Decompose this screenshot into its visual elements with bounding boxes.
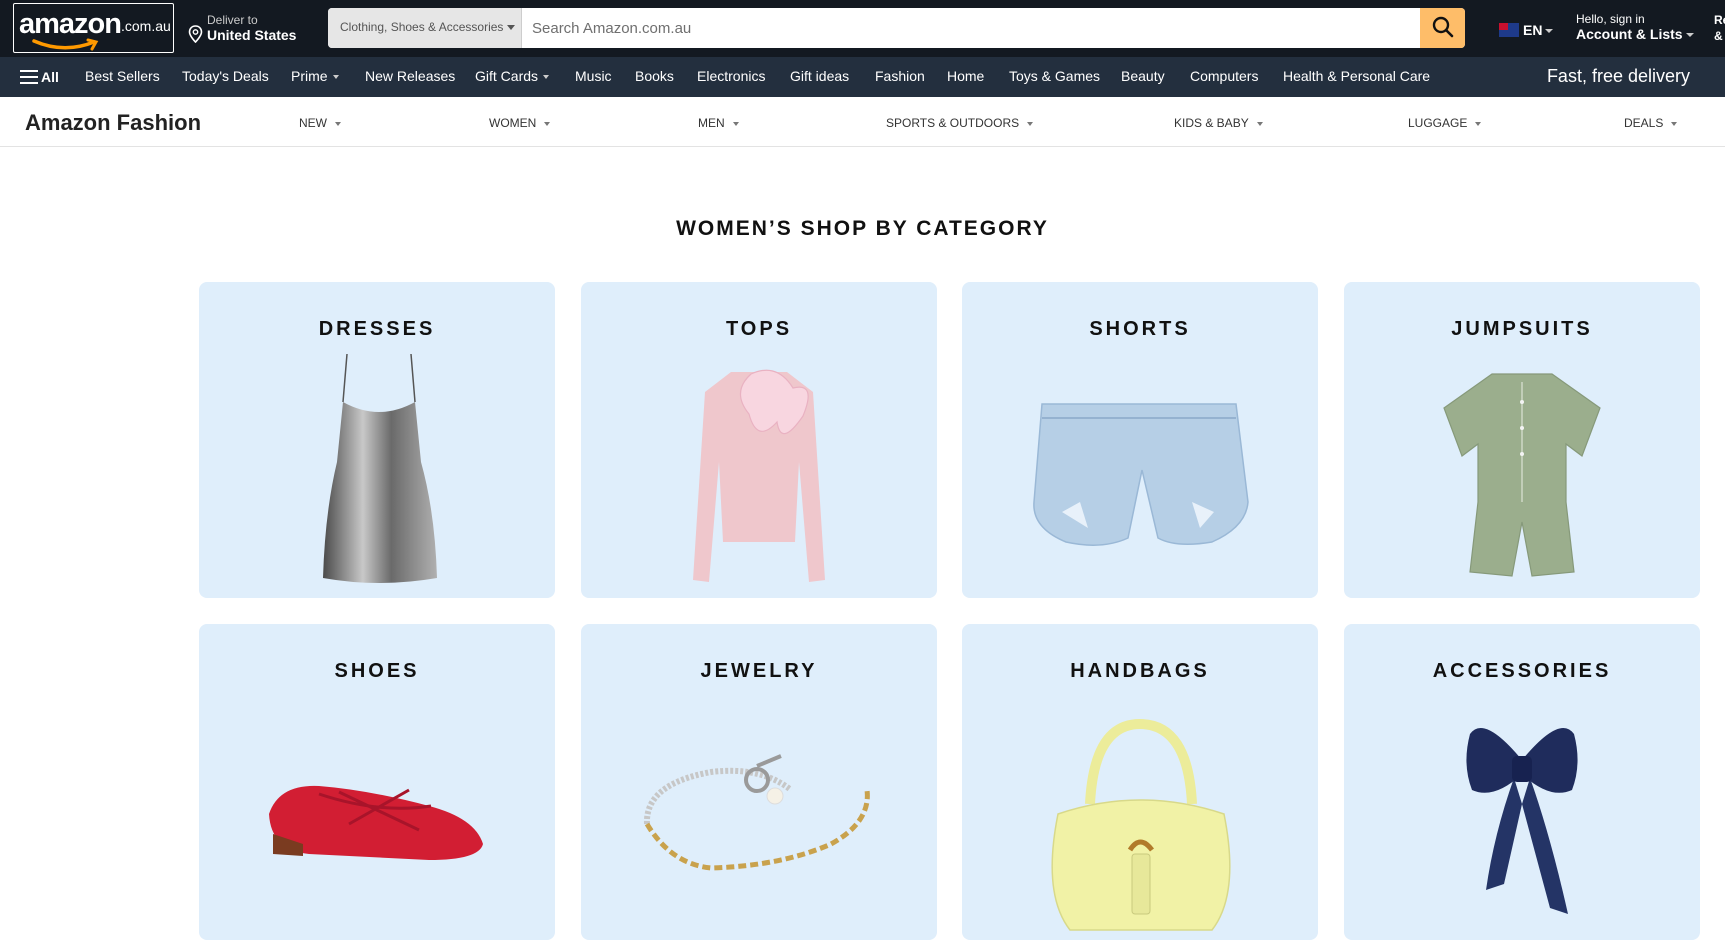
logo-smile-icon	[32, 38, 99, 51]
language-label: EN	[1523, 22, 1543, 38]
nav-prime[interactable]: Prime	[291, 68, 339, 84]
chevron-down-icon	[1685, 33, 1694, 38]
nav-prime-label: Prime	[291, 68, 328, 84]
language-selector[interactable]: EN	[1499, 22, 1554, 38]
section-title: WOMEN’S SHOP BY CATEGORY	[676, 217, 1049, 240]
chevron-down-icon	[1545, 29, 1554, 34]
subnav-kids-baby[interactable]: KIDS & BABY	[1174, 116, 1263, 130]
bow-image	[1466, 727, 1578, 914]
chevron-down-icon	[1027, 121, 1034, 126]
nav-beauty[interactable]: Beauty	[1121, 68, 1165, 84]
account-menu[interactable]: Hello, sign in Account & Lists	[1576, 12, 1694, 42]
subnav-sports-label: SPORTS & OUTDOORS	[886, 116, 1020, 130]
search-button[interactable]	[1420, 8, 1465, 48]
chevron-down-icon	[732, 121, 739, 126]
all-menu-button[interactable]: All	[20, 69, 59, 85]
category-title: SHOES	[334, 660, 420, 682]
nav-new-releases[interactable]: New Releases	[365, 68, 455, 84]
search-input[interactable]	[522, 8, 1415, 48]
chevron-down-icon	[1256, 121, 1263, 126]
chevron-down-icon	[507, 25, 516, 31]
subnav-new[interactable]: NEW	[299, 116, 341, 130]
top-header: amazon .com.au Deliver to United States …	[0, 0, 1725, 57]
subnav-new-label: NEW	[299, 116, 327, 130]
category-title: DRESSES	[318, 318, 436, 340]
category-title: TOPS	[725, 318, 793, 340]
search-category-label: Clothing, Shoes & Accessories	[340, 20, 504, 34]
handbag-image	[1051, 718, 1231, 931]
subnav-luggage[interactable]: LUGGAGE	[1408, 116, 1482, 130]
category-card-handbags[interactable]: HANDBAGS	[962, 624, 1318, 940]
nav-gift-ideas[interactable]: Gift ideas	[790, 68, 849, 84]
chevron-down-icon	[544, 121, 551, 126]
returns-orders[interactable]: Re &	[1714, 12, 1725, 44]
category-title: JUMPSUITS	[1451, 318, 1593, 340]
subnav-luggage-label: LUGGAGE	[1408, 116, 1468, 130]
deliver-to[interactable]: Deliver to United States	[188, 10, 308, 46]
chevron-down-icon	[1671, 121, 1678, 126]
subnav-deals[interactable]: DEALS	[1624, 116, 1678, 130]
logo-suffix: .com.au	[121, 18, 171, 34]
category-title: SHORTS	[1089, 318, 1191, 340]
subnav-kids-label: KIDS & BABY	[1174, 116, 1249, 130]
category-card-accessories[interactable]: ACCESSORIES	[1344, 624, 1700, 940]
dress-image	[323, 353, 437, 583]
logo-text: amazon	[19, 8, 122, 40]
returns-label: Re	[1714, 13, 1725, 27]
amazon-logo[interactable]: amazon .com.au	[13, 3, 174, 53]
orders-label: &	[1714, 29, 1723, 43]
subnav-women-label: WOMEN	[489, 116, 537, 130]
shorts-image	[1033, 403, 1249, 546]
fashion-subnav: Amazon Fashion NEW WOMEN MEN SPORTS & OU…	[0, 97, 1725, 147]
category-title: HANDBAGS	[1070, 660, 1210, 682]
subnav-men-label: MEN	[698, 116, 725, 130]
chevron-down-icon	[335, 121, 341, 126]
category-card-shoes[interactable]: SHOES	[199, 624, 555, 940]
category-card-shorts[interactable]: SHORTS	[962, 282, 1318, 598]
location-pin-icon	[188, 25, 203, 43]
top-image	[693, 369, 825, 582]
nav-gift-cards-label: Gift Cards	[475, 68, 539, 84]
category-card-jumpsuits[interactable]: JUMPSUITS	[1344, 282, 1700, 598]
nav-fashion[interactable]: Fashion	[875, 68, 925, 84]
bracelet-image	[643, 754, 870, 871]
category-card-tops[interactable]: TOPS	[581, 282, 937, 598]
category-title: JEWELRY	[700, 660, 818, 682]
nav-promo[interactable]: Fast, free delivery	[1547, 66, 1690, 87]
nav-books[interactable]: Books	[635, 68, 674, 84]
deliver-label: Deliver to	[207, 13, 258, 27]
deliver-location: United States	[207, 27, 297, 43]
category-card-dresses[interactable]: DRESSES	[199, 282, 555, 598]
all-label: All	[41, 69, 59, 85]
shoe-image	[269, 785, 483, 860]
nav-gift-cards[interactable]: Gift Cards	[475, 68, 550, 84]
chevron-down-icon	[543, 75, 550, 80]
nav-toys-games[interactable]: Toys & Games	[1009, 68, 1100, 84]
nav-best-sellers[interactable]: Best Sellers	[85, 68, 160, 84]
account-label: Account & Lists	[1576, 26, 1683, 42]
subnav-deals-label: DEALS	[1624, 116, 1664, 130]
nav-music[interactable]: Music	[575, 68, 612, 84]
account-greeting: Hello, sign in	[1576, 12, 1645, 26]
subnav-women[interactable]: WOMEN	[489, 116, 551, 130]
main-nav: All Best Sellers Today's Deals Prime New…	[0, 57, 1725, 97]
category-card-jewelry[interactable]: JEWELRY	[581, 624, 937, 940]
subnav-sports-outdoors[interactable]: SPORTS & OUTDOORS	[886, 116, 1034, 130]
search-category-dropdown[interactable]: Clothing, Shoes & Accessories	[328, 8, 522, 48]
jumpsuit-image	[1443, 373, 1601, 577]
hamburger-icon	[20, 70, 38, 84]
subnav-men[interactable]: MEN	[698, 116, 739, 130]
australia-flag-icon	[1499, 23, 1519, 37]
fashion-brand-title[interactable]: Amazon Fashion	[25, 110, 201, 136]
category-title: ACCESSORIES	[1432, 660, 1612, 682]
search-icon	[1432, 16, 1453, 37]
search-bar: Clothing, Shoes & Accessories	[328, 8, 1465, 48]
chevron-down-icon	[332, 75, 339, 80]
nav-health-personal-care[interactable]: Health & Personal Care	[1283, 68, 1430, 84]
nav-todays-deals[interactable]: Today's Deals	[182, 68, 269, 84]
nav-home[interactable]: Home	[947, 68, 984, 84]
nav-computers[interactable]: Computers	[1190, 68, 1258, 84]
nav-electronics[interactable]: Electronics	[697, 68, 765, 84]
chevron-down-icon	[1475, 121, 1482, 126]
